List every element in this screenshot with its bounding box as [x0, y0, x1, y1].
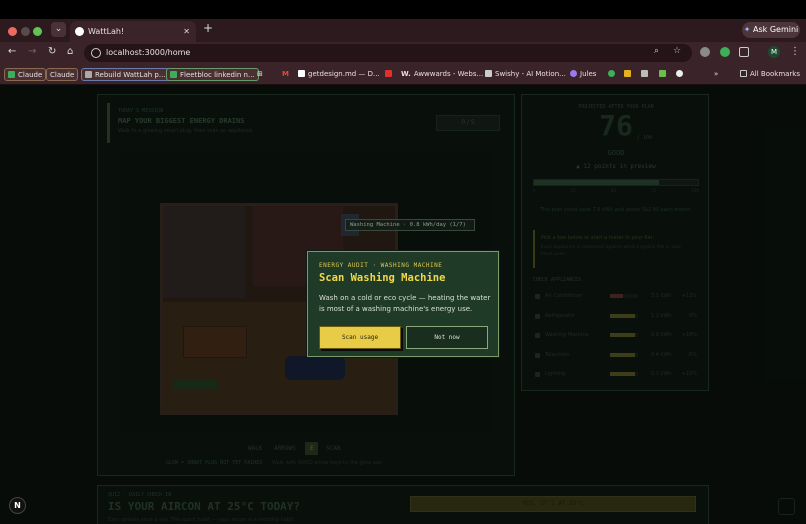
window-top-bar [0, 0, 806, 19]
modal-body: Wash on a cold or eco cycle — heating th… [319, 294, 491, 313]
close-tab-icon[interactable]: ✕ [183, 21, 190, 42]
home-icon[interactable]: ⌂ [67, 46, 73, 57]
maximize-window-button[interactable] [33, 27, 42, 36]
bookmark-swishy[interactable]: Swishy - AI Motion... [485, 68, 566, 81]
minimize-window-button[interactable] [21, 27, 30, 36]
site-info-icon[interactable] [91, 48, 101, 58]
address-bar[interactable]: localhost:3000/home ⌕ ☆ [84, 44, 692, 62]
reload-icon[interactable]: ↻ [48, 46, 56, 57]
extensions-puzzle-icon[interactable] [739, 47, 749, 57]
bookmark-star-icon[interactable]: ☆ [673, 46, 681, 56]
bookmark-app-icon[interactable] [641, 68, 651, 81]
more-bookmarks-icon[interactable]: » [714, 68, 718, 81]
forward-arrow-icon[interactable]: → [28, 46, 36, 57]
folder-yellow-icon[interactable] [624, 68, 634, 81]
back-arrow-icon[interactable]: ← [8, 46, 16, 57]
all-bookmarks-folder[interactable]: All Bookmarks [740, 68, 800, 81]
checkbox-icon [8, 71, 15, 78]
tab-search-chevron-icon[interactable]: ⌄ [51, 22, 66, 37]
bookmark-jules[interactable]: Jules [570, 68, 596, 81]
scan-usage-button[interactable]: Scan usage [319, 326, 401, 349]
bookmark-claude-2[interactable]: Claude [46, 68, 79, 81]
swishy-icon [485, 70, 492, 77]
bookmark-circle-icon[interactable] [676, 68, 686, 81]
tab-favicon-icon [75, 27, 84, 36]
extension-green-icon[interactable] [720, 47, 730, 57]
bookmark-rebuild-wattlah[interactable]: Rebuild WattLah p... [81, 68, 170, 81]
bookmark-leaf-icon[interactable] [659, 68, 669, 81]
modal-eyebrow: ENERGY AUDIT · WASHING MACHINE [319, 262, 443, 269]
bookmark-fleetbloc[interactable]: Fleetbloc linkedin n... [166, 68, 259, 81]
nextjs-dev-icon[interactable]: N [9, 497, 26, 514]
gmail-icon[interactable]: M [282, 68, 289, 81]
bookmark-awwwards[interactable]: W. Awwwards - Webs... [401, 68, 483, 81]
not-now-button[interactable]: Not now [406, 326, 488, 349]
close-window-button[interactable] [8, 27, 17, 36]
youtube-icon[interactable] [385, 68, 395, 81]
tab-title: WattLah! [88, 27, 125, 36]
checkbox-icon [170, 71, 177, 78]
doc-icon [85, 71, 92, 78]
profile-avatar[interactable]: M [768, 46, 780, 58]
jules-icon [570, 70, 577, 77]
browser-menu-icon[interactable]: ⋮ [790, 46, 800, 57]
bookmark-claude-1[interactable]: Claude [4, 68, 47, 81]
extension-gear-icon[interactable] [700, 47, 710, 57]
modal-title: Scan Washing Machine [319, 272, 446, 284]
gemini-star-icon: ✦ [743, 25, 753, 34]
getdesign-icon [298, 70, 305, 77]
new-tab-icon[interactable]: + [203, 21, 213, 35]
whatsapp-icon[interactable] [608, 68, 618, 81]
folder-icon [740, 70, 747, 77]
bookmark-getdesign[interactable]: getdesign.md — D... [298, 68, 380, 81]
ask-gemini-button[interactable]: ✦ Ask Gemini [742, 22, 800, 38]
tab-wattlah[interactable]: WattLah! ✕ [70, 21, 196, 42]
appliance-tooltip: Washing Machine · 0.8 kWh/day (1/7) [345, 219, 475, 231]
url-text: localhost:3000/home [106, 48, 191, 57]
apps-grid-icon[interactable]: ⊞ [257, 68, 263, 81]
scan-modal: ENERGY AUDIT · WASHING MACHINE Scan Wash… [307, 251, 499, 357]
zoom-icon[interactable]: ⌕ [654, 46, 659, 56]
ask-gemini-label: Ask Gemini [753, 25, 799, 34]
